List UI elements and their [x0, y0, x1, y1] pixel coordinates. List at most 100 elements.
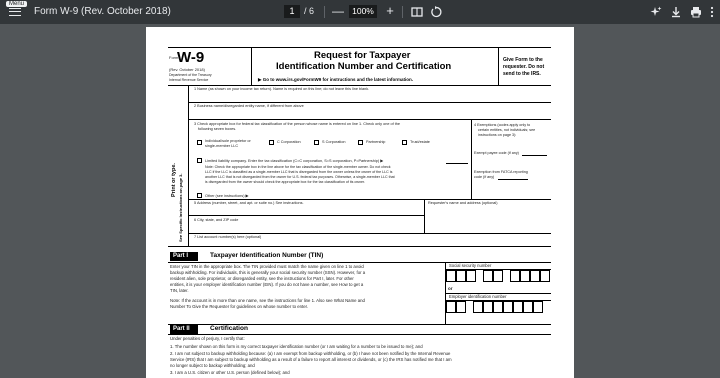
scorp-label: S Corporation	[322, 140, 346, 144]
cert-line-5: 3. I am a U.S. citizen or other U.S. per…	[170, 370, 290, 375]
download-button[interactable]	[668, 4, 684, 20]
tin-text-2: backup withholding. For individuals, thi…	[170, 270, 366, 275]
cert-line-1: 1. The number shown on this form is my c…	[170, 344, 423, 349]
rule	[424, 199, 425, 233]
pdf-page: Form W-9 (Rev. October 2018) Department …	[146, 27, 574, 378]
rotate-button[interactable]	[428, 4, 444, 20]
line1-label: 1 Name (as shown on your income tax retu…	[194, 87, 370, 91]
cert-intro: Under penalties of perjury, I certify th…	[170, 336, 245, 341]
individual-checkbox[interactable]	[197, 140, 202, 145]
or-label: or	[448, 286, 453, 291]
tin-text-3: resident alien, sole proprietor, or disr…	[170, 276, 354, 281]
rule	[188, 119, 551, 120]
tin-note-2: Number To Give the Requester for guideli…	[170, 304, 308, 309]
line6-label: 6 City, state, and ZIP code	[194, 218, 239, 222]
rule	[168, 246, 551, 247]
give-form-line3: send to the IRS.	[503, 71, 541, 77]
page-count: / 6	[304, 6, 314, 16]
llc-entry-line[interactable]	[446, 163, 468, 164]
document-title: Form W-9 (Rev. October 2018)	[34, 6, 171, 17]
toolbar-divider	[324, 6, 325, 18]
ccorp-checkbox[interactable]	[269, 140, 274, 145]
rotate-icon	[431, 6, 442, 18]
more-icon	[710, 6, 714, 18]
ein-label: Employer identification number	[449, 294, 507, 299]
trust-label: Trust/estate	[410, 140, 430, 144]
ccorp-label: C Corporation	[277, 140, 301, 144]
zoom-level-input[interactable]: 100%	[349, 5, 377, 18]
form-title-line2: Identification Number and Certification	[276, 61, 452, 72]
partnership-checkbox[interactable]	[358, 140, 363, 145]
total-pages: 6	[309, 6, 315, 16]
annotate-button[interactable]	[648, 4, 664, 20]
exemptions-label-3: instructions on page 3):	[478, 133, 517, 137]
fit-page-button[interactable]	[409, 4, 425, 20]
exemptions-label-1: 4 Exemptions (codes apply only to	[474, 123, 531, 127]
ssn-label: Social security number	[449, 263, 492, 268]
line3-sub: following seven boxes.	[198, 127, 237, 131]
zoom-in-button[interactable]: +	[382, 3, 398, 19]
individual-label: Individual/sole proprietor or	[205, 139, 251, 143]
llc-checkbox[interactable]	[197, 158, 202, 163]
llc-note-4: is disregarded from the owner should che…	[205, 180, 366, 184]
fatca-label-2: code (if any)	[474, 175, 495, 179]
rule	[168, 85, 551, 87]
print-button[interactable]	[688, 4, 704, 20]
page-separator: /	[304, 6, 307, 16]
rule	[188, 199, 551, 200]
exempt-payee-label: Exempt payee code (if any)	[474, 151, 519, 155]
part2-title: Certification	[210, 325, 248, 332]
rule	[168, 334, 551, 335]
individual-label-2: single-member LLC	[205, 144, 239, 148]
llc-note-1: Note: Check the appropriate box in the l…	[205, 165, 391, 169]
fit-page-icon	[411, 7, 423, 17]
requester-label: Requester's name and address (optional)	[428, 201, 498, 205]
menu-button[interactable]: Menu	[2, 0, 28, 24]
other-checkbox[interactable]	[197, 193, 202, 198]
line7-label: 7 List account number(s) here (optional)	[194, 235, 262, 239]
part2-label: Part II	[170, 325, 198, 334]
form-revision: (Rev. October 2018)	[169, 67, 205, 72]
pdf-toolbar: Menu Form W-9 (Rev. October 2018) 1 / 6 …	[0, 0, 720, 24]
side-instructions-label: See Specific Instructions on page 3.	[178, 173, 183, 242]
tin-text-4: entities, it is your employer identifica…	[170, 282, 364, 287]
rule	[168, 262, 551, 263]
give-form-line2: requester. Do not	[503, 64, 545, 70]
line3-label: 3 Check appropriate box for federal tax …	[194, 122, 400, 126]
side-print-label: Print or type.	[171, 163, 177, 197]
rule	[168, 47, 551, 49]
rule	[471, 119, 472, 199]
form-number: W-9	[177, 49, 205, 66]
print-icon	[691, 7, 701, 18]
tin-text-1: Enter your TIN in the appropriate box. T…	[170, 264, 364, 269]
download-icon	[672, 7, 680, 18]
part1-title: Taxpayer Identification Number (TIN)	[210, 252, 324, 259]
cert-line-2: 2. I am not subject to backup withholdin…	[170, 351, 451, 356]
tin-note-1: Note: If the account is in more than one…	[170, 298, 365, 303]
cert-line-3: Service (IRS) that I am subject to backu…	[170, 357, 452, 362]
page-number-input[interactable]: 1	[284, 5, 300, 18]
rule	[498, 47, 499, 85]
rule	[188, 233, 551, 234]
llc-note-3: another LLC that is not disregarded from…	[205, 175, 395, 179]
fatca-label-1: Exemption from FATCA reporting	[474, 170, 528, 174]
line5-label: 5 Address (number, street, and apt. or s…	[194, 201, 304, 205]
annotate-icon	[650, 6, 662, 16]
rule	[188, 86, 189, 246]
toolbar-divider	[402, 6, 403, 18]
rule	[251, 47, 252, 85]
form-goto-link: ▶ Go to www.irs.gov/FormW9 for instructi…	[258, 77, 414, 82]
llc-label: Limited liability company. Enter the tax…	[205, 159, 384, 163]
give-form-line1: Give Form to the	[503, 57, 543, 63]
menu-tooltip: Menu	[6, 1, 28, 7]
trust-checkbox[interactable]	[402, 140, 407, 145]
fatca-field[interactable]	[498, 179, 528, 180]
form-irs: Internal Revenue Service	[169, 78, 209, 82]
tin-text-5: TIN, later.	[170, 288, 189, 293]
llc-note-2: LLC if the LLC is classified as a single…	[205, 170, 393, 174]
exempt-payee-field[interactable]	[522, 155, 547, 156]
scorp-checkbox[interactable]	[314, 140, 319, 145]
zoom-out-button[interactable]: —	[330, 3, 346, 19]
cert-line-4: no longer subject to backup withholding;…	[170, 363, 255, 368]
more-button[interactable]	[706, 4, 718, 20]
